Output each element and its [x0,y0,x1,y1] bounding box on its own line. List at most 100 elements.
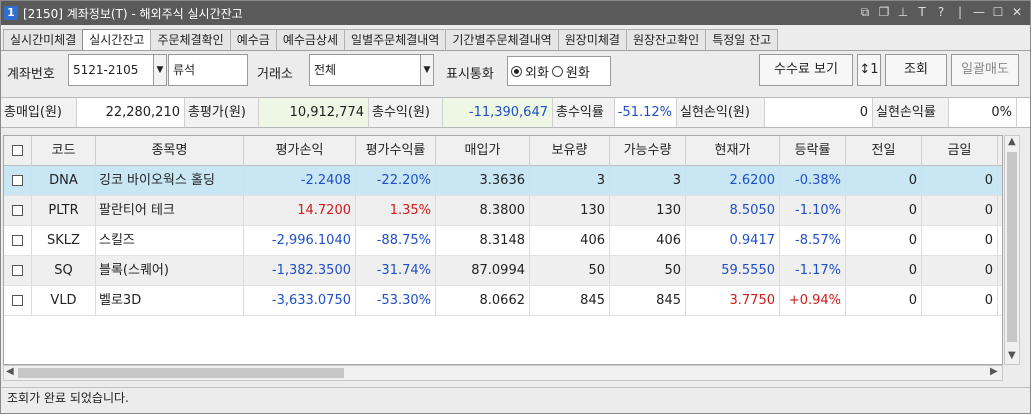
fee-view-button[interactable]: 수수료 보기 [759,54,853,86]
horizontal-scrollbar[interactable]: ◀ ▶ [3,365,1003,381]
radio-foreign-icon[interactable] [511,65,522,77]
table-row[interactable]: SKLZ 스킬즈 -2,996.1040 -88.75% 8.3148 406 406 0.9… [4,226,1002,256]
header-available[interactable]: 가능수량 [610,136,686,166]
total-buy-label: 총매입(원) [1,98,77,127]
cell-name: 깅코 바이오웍스 홀딩 [96,166,244,196]
exchange-select[interactable]: 전체 [309,54,421,86]
tab-order-confirm[interactable]: 주문체결확인 [150,29,231,51]
table-row[interactable]: SQ 블록(스퀘어) -1,382.3500 -31.74% 87.0994 50 50 59… [4,256,1002,286]
account-number-select[interactable]: 5121-2105 [68,54,154,86]
status-bar: 조회가 완료 되었습니다. [1,387,1030,409]
copy-icon[interactable]: ❐ [877,4,891,20]
sell-all-button[interactable]: 일괄매도 [951,54,1019,86]
header-buy-price[interactable]: 매입가 [436,136,530,166]
query-button[interactable]: 조회 [885,54,947,86]
row-checkbox[interactable] [4,196,32,226]
title-bar: 1 [2150] 계좌정보(T) - 해외주식 실시간잔고 ⧉ ❐ ⊥ T ? … [1,1,1030,25]
vertical-scrollbar[interactable]: ▲ ▼ [1004,135,1020,365]
exchange-label: 거래소 [257,67,293,82]
pin-icon[interactable]: ⊥ [896,4,910,20]
select-all-checkbox[interactable] [12,145,23,156]
maximize-icon[interactable]: ☐ [991,4,1005,20]
account-name-field[interactable]: 류석 [168,54,248,86]
help-icon[interactable]: ? [934,4,948,20]
scroll-up-icon[interactable]: ▲ [1008,136,1016,147]
cell-available: 406 [610,226,686,256]
header-pnl[interactable]: 평가손익 [244,136,356,166]
header-name[interactable]: 종목명 [96,136,244,166]
title-icons: ⧉ ❐ ⊥ T ? | — ☐ ✕ [858,4,1024,20]
scroll-right-icon[interactable]: ▶ [990,366,998,377]
table-row[interactable]: VLD 벨로3D -3,633.0750 -53.30% 8.0662 845 845 3.7… [4,286,1002,316]
cell-pnl: -2,996.1040 [244,226,356,256]
cell-current-price: 59.5550 [686,256,780,286]
cell-code: PLTR [32,196,96,226]
scroll-left-icon[interactable]: ◀ [6,366,14,377]
cell-holding: 3 [530,166,610,196]
realized-value: 0 [765,98,873,127]
balance-table: 코드 종목명 평가손익 평가수익률 매입가 보유량 가능수량 현재가 등락률 전… [3,135,1003,365]
cell-rate: 1.35% [356,196,436,226]
account-dropdown-icon[interactable]: ▼ [153,54,167,86]
exchange-dropdown-icon[interactable]: ▼ [420,54,434,86]
cell-code: SKLZ [32,226,96,256]
cell-today: 0 [922,166,998,196]
row-checkbox-icon[interactable] [12,265,23,276]
header-prev-day[interactable]: 전일 [846,136,922,166]
total-profit-label: 총수익(원) [369,98,443,127]
table-row[interactable]: DNA 깅코 바이오웍스 홀딩 -2.2408 -22.20% 3.3636 3 3 2.62… [4,166,1002,196]
cell-today: 0 [922,226,998,256]
cell-buy-price: 3.3636 [436,166,530,196]
row-checkbox-icon[interactable] [12,235,23,246]
row-checkbox[interactable] [4,286,32,316]
minimize-icon[interactable]: — [972,4,986,20]
header-holding[interactable]: 보유량 [530,136,610,166]
row-checkbox[interactable] [4,226,32,256]
row-checkbox-icon[interactable] [12,205,23,216]
tab-deposit-detail[interactable]: 예수금상세 [275,29,346,51]
table-row[interactable]: PLTR 팔란티어 테크 14.7200 1.35% 8.3800 130 130 8.505… [4,196,1002,226]
horizontal-scroll-thumb[interactable] [18,368,344,378]
cell-pnl: -3,633.0750 [244,286,356,316]
header-code[interactable]: 코드 [32,136,96,166]
tab-ledger-unfilled[interactable]: 원장미체결 [557,29,627,51]
restore-icon[interactable]: ⧉ [858,4,872,20]
total-profit-value: -11,390,647 [443,98,553,127]
cell-rate: -31.74% [356,256,436,286]
scroll-down-icon[interactable]: ▼ [1008,350,1016,361]
select-all-checkbox-cell[interactable] [4,136,32,166]
cell-change: -1.17% [780,256,846,286]
font-icon[interactable]: T [915,4,929,20]
realized-rate-value: 0% [949,98,1017,127]
cell-available: 845 [610,286,686,316]
radio-foreign-label[interactable]: 외화 [525,62,549,81]
sort-toggle-icon[interactable]: ↕1 [857,54,881,86]
vertical-scroll-thumb[interactable] [1007,152,1017,342]
radio-won-icon[interactable] [551,65,563,77]
row-checkbox[interactable] [4,256,32,286]
tab-specific-date-balance[interactable]: 특정일 잔고 [705,29,779,51]
window-number-badge[interactable]: 1 [4,6,18,20]
cell-pnl: 14.7200 [244,196,356,226]
header-current-price[interactable]: 현재가 [686,136,780,166]
tab-ledger-balance[interactable]: 원장잔고확인 [625,29,707,51]
header-today[interactable]: 금일 [922,136,998,166]
tab-realtime-balance[interactable]: 실시간잔고 [82,29,152,51]
cell-prev-day: 0 [846,226,922,256]
account-label: 계좌번호 [7,67,55,82]
cell-today: 0 [922,196,998,226]
row-checkbox-icon[interactable] [12,295,23,306]
tab-deposit[interactable]: 예수금 [229,29,277,51]
cell-today: 0 [922,286,998,316]
row-checkbox-icon[interactable] [12,175,23,186]
total-rate-label: 총수익률 [553,98,615,127]
tab-daily-orders[interactable]: 일별주문체결내역 [344,29,447,51]
tab-realtime-unfilled[interactable]: 실시간미체결 [3,29,84,51]
radio-won-label[interactable]: 원화 [566,62,590,81]
row-checkbox[interactable] [4,166,32,196]
cell-current-price: 0.9417 [686,226,780,256]
close-icon[interactable]: ✕ [1010,4,1024,20]
header-rate[interactable]: 평가수익률 [356,136,436,166]
header-change[interactable]: 등락률 [780,136,846,166]
tab-period-orders[interactable]: 기간별주문체결내역 [445,29,559,51]
